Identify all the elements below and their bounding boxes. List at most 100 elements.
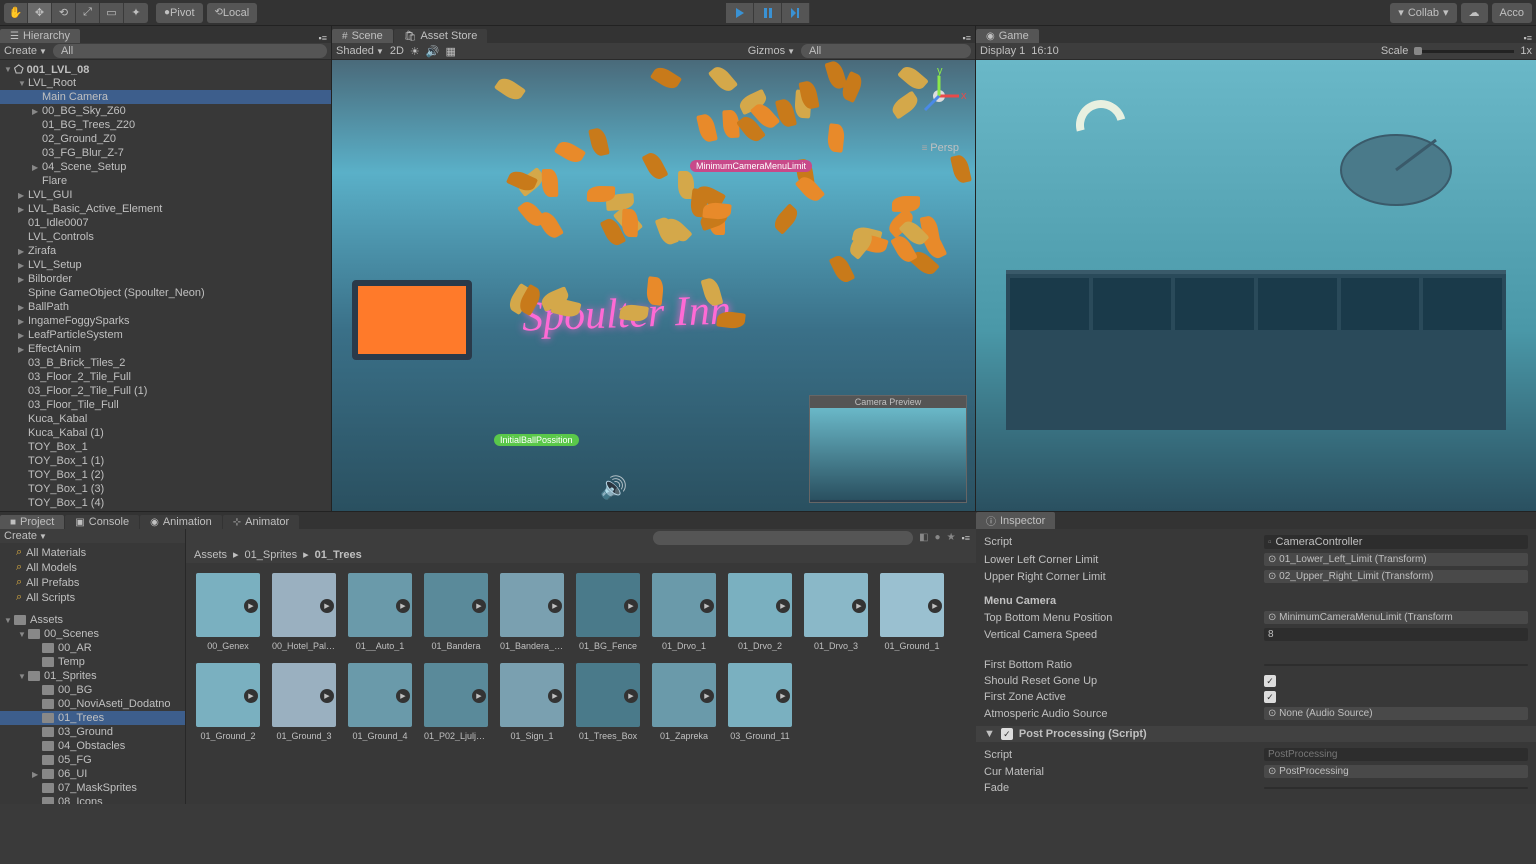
gizmos-dropdown[interactable]: Gizmos▼ (748, 45, 795, 57)
project-filter[interactable]: ⌕ All Models (0, 560, 185, 575)
property-value[interactable]: ⊙ MinimumCameraMenuLimit (Transform (1264, 611, 1528, 624)
hierarchy-item[interactable]: 01_Idle0007 (0, 216, 331, 230)
hierarchy-item[interactable]: ▼LVL_Root (0, 76, 331, 90)
favorite-icon[interactable]: ★ (947, 532, 956, 543)
hand-tool[interactable]: ✋ (4, 3, 28, 23)
asset-item[interactable]: ▶01_BG_Fence (576, 573, 640, 651)
fx-toggle[interactable]: ▦ (446, 45, 456, 58)
hierarchy-item[interactable]: ▶LVL_GUI (0, 188, 331, 202)
panel-menu-icon[interactable]: ▪≡ (962, 533, 970, 543)
step-button[interactable] (782, 3, 810, 23)
project-tree-item[interactable]: 05_FG (0, 753, 185, 767)
project-filter[interactable]: ⌕ All Materials (0, 545, 185, 560)
animation-tab[interactable]: ◉ Animation (140, 515, 222, 529)
property-value[interactable]: ⊙ None (Audio Source) (1264, 707, 1528, 720)
project-tree-item[interactable]: Temp (0, 655, 185, 669)
create-dropdown[interactable]: Create▼ (4, 45, 47, 57)
hierarchy-item[interactable]: Flare (0, 174, 331, 188)
breadcrumb-item[interactable]: 01_Sprites (245, 549, 298, 561)
panel-menu-icon[interactable]: ▪≡ (1520, 33, 1536, 43)
hierarchy-item[interactable]: 03_Floor_2_Tile_Full (1) (0, 384, 331, 398)
project-tree-item[interactable]: 03_Ground (0, 725, 185, 739)
hierarchy-item[interactable]: 03_FG_Blur_Z-7 (0, 146, 331, 160)
filter-icon[interactable]: ◧ (919, 532, 928, 543)
asset-store-tab[interactable]: 🛍 Asset Store (394, 29, 488, 43)
hierarchy-item[interactable]: ▶Bilborder (0, 272, 331, 286)
asset-item[interactable]: ▶01_Drvo_3 (804, 573, 868, 651)
hierarchy-item[interactable]: ▶BallPath (0, 300, 331, 314)
perspective-label[interactable]: ≡ Persp (922, 142, 959, 154)
hierarchy-item[interactable]: TOY_Box_1 (3) (0, 482, 331, 496)
project-tree-item[interactable]: 04_Obstacles (0, 739, 185, 753)
hierarchy-item[interactable]: Main Camera (0, 90, 331, 104)
pause-button[interactable] (754, 3, 782, 23)
property-value[interactable]: ⊙ PostProcessing (1264, 765, 1528, 778)
unified-tool[interactable]: ✦ (124, 3, 148, 23)
hierarchy-item[interactable]: TOY_Box_1 (1) (0, 454, 331, 468)
shading-dropdown[interactable]: Shaded▼ (336, 45, 384, 57)
hierarchy-item[interactable]: ▶Zirafa (0, 244, 331, 258)
orientation-gizmo[interactable]: xy (911, 68, 967, 124)
hierarchy-item[interactable]: Spine GameObject (Spoulter_Neon) (0, 286, 331, 300)
asset-item[interactable]: ▶01_Ground_1 (880, 573, 944, 651)
hierarchy-item[interactable]: TOY_Box_1 (4) (0, 496, 331, 510)
project-tree-item[interactable]: 00_NoviAseti_Dodatno (0, 697, 185, 711)
hierarchy-item[interactable]: LVL_Controls (0, 230, 331, 244)
property-value[interactable]: ⊙ 02_Upper_Right_Limit (Transform) (1264, 570, 1528, 583)
asset-item[interactable]: ▶00_Hotel_Palace (272, 573, 336, 651)
hierarchy-item[interactable]: Kuca_Kabal (1) (0, 426, 331, 440)
scene-tab[interactable]: # Scene (332, 29, 393, 43)
project-create-dropdown[interactable]: Create▼ (0, 529, 185, 543)
asset-item[interactable]: ▶01_P02_Ljuljas.. (424, 663, 488, 741)
play-button[interactable] (726, 3, 754, 23)
hierarchy-search[interactable]: All (53, 44, 327, 58)
asset-item[interactable]: ▶01_Ground_3 (272, 663, 336, 741)
project-tree-item[interactable]: 00_BG (0, 683, 185, 697)
assets-root[interactable]: ▼Assets (0, 613, 185, 627)
scene-view[interactable]: Spoulter Inn MinimumCameraMenuLimit Init… (332, 60, 975, 511)
project-filter[interactable]: ⌕ All Scripts (0, 590, 185, 605)
rect-tool[interactable]: ▭ (100, 3, 124, 23)
2d-toggle[interactable]: 2D (390, 45, 404, 57)
asset-grid[interactable]: ▶00_Genex▶00_Hotel_Palace▶01__Auto_1▶01_… (186, 563, 976, 804)
property-value[interactable] (1264, 787, 1528, 789)
console-tab[interactable]: ▣ Console (65, 515, 139, 529)
hierarchy-item[interactable]: 03_Floor_Tile_Full (0, 398, 331, 412)
asset-item[interactable]: ▶01_Drvo_1 (652, 573, 716, 651)
hierarchy-item[interactable]: TOY_Box_1 (2) (0, 468, 331, 482)
audio-toggle[interactable]: 🔊 (426, 45, 440, 58)
game-tab[interactable]: ◉ Game (976, 29, 1039, 43)
checkbox[interactable]: ✓ (1264, 691, 1276, 703)
hierarchy-item[interactable]: ▶EffectAnim (0, 342, 331, 356)
filter-icon[interactable]: ● (935, 532, 941, 543)
hierarchy-item[interactable]: ▶04_Scene_Setup (0, 160, 331, 174)
account-button[interactable]: Acco (1492, 3, 1532, 23)
project-tree-item[interactable]: 07_MaskSprites (0, 781, 185, 795)
asset-item[interactable]: ▶01_Bandera_Sv.. (500, 573, 564, 651)
pivot-toggle[interactable]: ●Pivot (156, 3, 203, 23)
project-tree-item[interactable]: 08_Icons (0, 795, 185, 804)
hierarchy-item[interactable]: 03_Floor_2_Tile_Full (0, 370, 331, 384)
asset-item[interactable]: ▶01_Bandera (424, 573, 488, 651)
display-dropdown[interactable]: Display 1 (980, 45, 1025, 57)
hierarchy-item[interactable]: ▶LVL_Setup (0, 258, 331, 272)
collab-button[interactable]: ▾ Collab ▾ (1390, 3, 1456, 23)
project-tree-item[interactable]: ▼01_Sprites (0, 669, 185, 683)
post-processing-header[interactable]: ▼✓Post Processing (Script) (976, 726, 1536, 742)
hierarchy-item[interactable]: TOY_Box_1 (0, 440, 331, 454)
asset-item[interactable]: ▶03_Ground_11 (728, 663, 792, 741)
hierarchy-tab[interactable]: ☰ Hierarchy (0, 29, 80, 43)
hierarchy-tree[interactable]: ▼⬠ 001_LVL_08▼LVL_RootMain Camera▶00_BG_… (0, 60, 331, 511)
game-view[interactable] (976, 60, 1536, 511)
project-tree-item[interactable]: 00_AR (0, 641, 185, 655)
project-search[interactable] (653, 531, 913, 545)
lighting-toggle[interactable]: ☀ (410, 45, 420, 58)
breadcrumb-item[interactable]: Assets (194, 549, 227, 561)
checkbox[interactable]: ✓ (1264, 675, 1276, 687)
property-value[interactable] (1264, 664, 1528, 666)
hierarchy-item[interactable]: ▶00_BG_Sky_Z60 (0, 104, 331, 118)
rotate-tool[interactable]: ⟲ (52, 3, 76, 23)
min-camera-label[interactable]: MinimumCameraMenuLimit (690, 160, 812, 172)
scene-search[interactable]: All (801, 44, 971, 58)
hierarchy-item[interactable]: ▶IngameFoggySparks (0, 314, 331, 328)
